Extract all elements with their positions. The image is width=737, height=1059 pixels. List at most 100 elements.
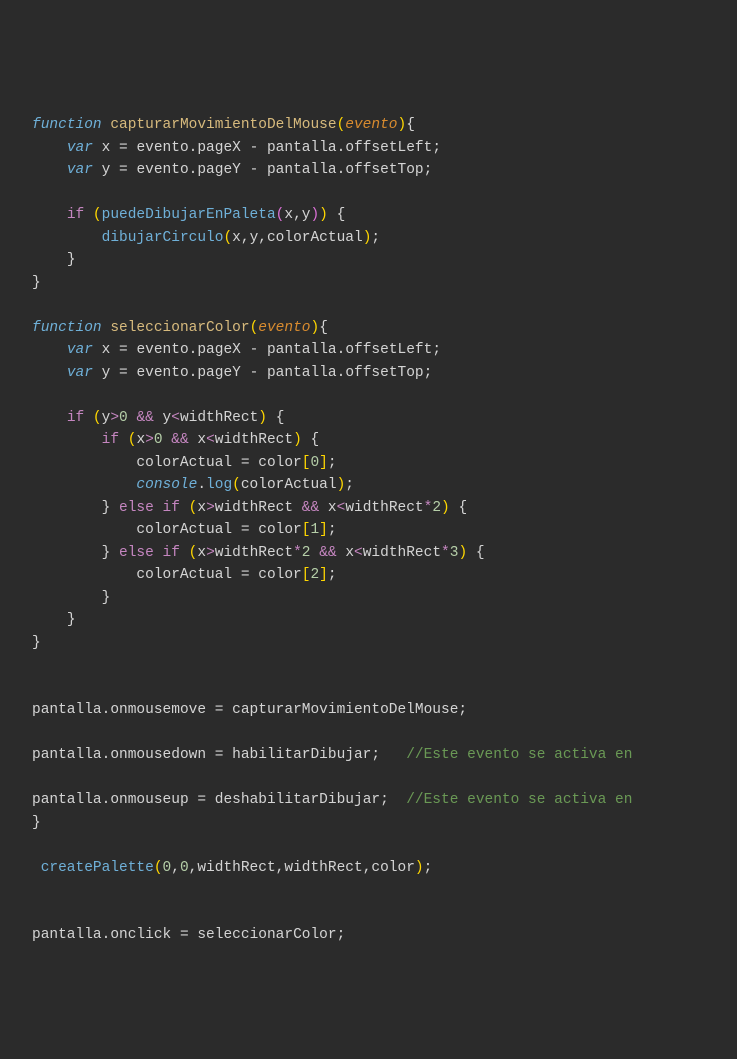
property: pageX xyxy=(197,140,241,156)
property: offsetTop xyxy=(345,365,423,381)
operator: - xyxy=(241,140,267,156)
keyword-else: else xyxy=(119,545,154,561)
brace-open: { xyxy=(337,207,346,223)
identifier: x xyxy=(102,342,111,358)
property: pageX xyxy=(197,342,241,358)
code-line: } else if (x>widthRect*2 && x<widthRect*… xyxy=(32,545,485,561)
number: 2 xyxy=(432,500,441,516)
code-line: if (puedeDibujarEnPaleta(x,y)) { xyxy=(32,207,345,223)
identifier: pantalla xyxy=(267,365,337,381)
code-line: var x = evento.pageX - pantalla.offsetLe… xyxy=(32,140,441,156)
code-line: colorActual = color[2]; xyxy=(32,567,337,583)
identifier: widthRect xyxy=(180,410,258,426)
number: 0 xyxy=(119,410,128,426)
code-line: function capturarMovimientoDelMouse(even… xyxy=(32,117,415,133)
keyword-var: var xyxy=(67,162,93,178)
paren-open: ( xyxy=(337,117,346,133)
operator: && xyxy=(136,410,153,426)
comma: , xyxy=(293,207,302,223)
identifier: x xyxy=(197,432,206,448)
brace-close: } xyxy=(67,252,76,268)
dot: . xyxy=(337,140,346,156)
function-name: capturarMovimientoDelMouse xyxy=(110,117,336,133)
paren-close: ) xyxy=(398,117,407,133)
identifier: color xyxy=(258,522,302,538)
identifier: pantalla xyxy=(267,162,337,178)
keyword-var: var xyxy=(67,140,93,156)
paren-close: ) xyxy=(310,207,319,223)
code-editor[interactable]: function capturarMovimientoDelMouse(even… xyxy=(0,90,737,947)
identifier: colorActual xyxy=(136,522,232,538)
identifier: evento xyxy=(136,140,188,156)
identifier: widthRect xyxy=(363,545,441,561)
identifier: x xyxy=(284,207,293,223)
operator: = xyxy=(110,140,136,156)
parameter: evento xyxy=(345,117,397,133)
keyword-if: if xyxy=(163,545,180,561)
identifier: color xyxy=(258,455,302,471)
identifier: x xyxy=(328,500,337,516)
identifier: pantalla xyxy=(32,702,102,718)
identifier: colorActual xyxy=(136,455,232,471)
identifier: evento xyxy=(136,342,188,358)
identifier: pantalla xyxy=(32,792,102,808)
semicolon: ; xyxy=(432,140,441,156)
operator: < xyxy=(171,410,180,426)
function-call: log xyxy=(206,477,232,493)
keyword-else: else xyxy=(119,500,154,516)
identifier: x xyxy=(136,432,145,448)
code-line: } xyxy=(32,815,41,831)
code-line: pantalla.onmousedown = habilitarDibujar;… xyxy=(32,747,632,763)
code-line: var y = evento.pageY - pantalla.offsetTo… xyxy=(32,162,432,178)
comment: //Este evento se activa en xyxy=(406,792,632,808)
identifier: widthRect xyxy=(345,500,423,516)
code-line: if (y>0 && y<widthRect) { xyxy=(32,410,284,426)
identifier: x xyxy=(345,545,354,561)
identifier: x xyxy=(232,230,241,246)
identifier: pantalla xyxy=(267,140,337,156)
identifier: y xyxy=(250,230,259,246)
paren-close: ) xyxy=(319,207,328,223)
paren-open: ( xyxy=(223,230,232,246)
keyword-if: if xyxy=(163,500,180,516)
keyword-var: var xyxy=(67,365,93,381)
identifier: deshabilitarDibujar xyxy=(215,792,380,808)
number: 0 xyxy=(154,432,163,448)
brace-open: { xyxy=(319,320,328,336)
property: onclick xyxy=(110,927,171,943)
identifier: habilitarDibujar xyxy=(232,747,371,763)
number: 2 xyxy=(302,545,311,561)
code-line: } xyxy=(32,590,110,606)
code-line: } xyxy=(32,612,76,628)
paren-close: ) xyxy=(363,230,372,246)
code-line: } xyxy=(32,252,76,268)
keyword-if: if xyxy=(67,207,84,223)
operator: > xyxy=(110,410,119,426)
identifier: colorActual xyxy=(241,477,337,493)
code-line: pantalla.onmousemove = capturarMovimient… xyxy=(32,702,467,718)
keyword-if: if xyxy=(102,432,119,448)
paren-open: ( xyxy=(93,207,102,223)
code-line: pantalla.onmouseup = deshabilitarDibujar… xyxy=(32,792,632,808)
identifier: widthRect xyxy=(215,432,293,448)
property: offsetLeft xyxy=(345,342,432,358)
code-line: } xyxy=(32,635,41,651)
identifier: colorActual xyxy=(136,567,232,583)
identifier: x xyxy=(197,545,206,561)
identifier: colorActual xyxy=(267,230,363,246)
code-line: colorActual = color[1]; xyxy=(32,522,337,538)
property: onmousedown xyxy=(110,747,206,763)
identifier: x xyxy=(197,500,206,516)
identifier: y xyxy=(102,162,111,178)
property: pageY xyxy=(197,162,241,178)
identifier: color xyxy=(258,567,302,583)
identifier: widthRect xyxy=(215,545,293,561)
keyword-function: function xyxy=(32,320,102,336)
number: 0 xyxy=(310,455,319,471)
function-call: puedeDibujarEnPaleta xyxy=(102,207,276,223)
identifier: seleccionarColor xyxy=(197,927,336,943)
code-line: console.log(colorActual); xyxy=(32,477,354,493)
identifier: pantalla xyxy=(267,342,337,358)
code-line: function seleccionarColor(evento){ xyxy=(32,320,328,336)
property: offsetLeft xyxy=(345,140,432,156)
